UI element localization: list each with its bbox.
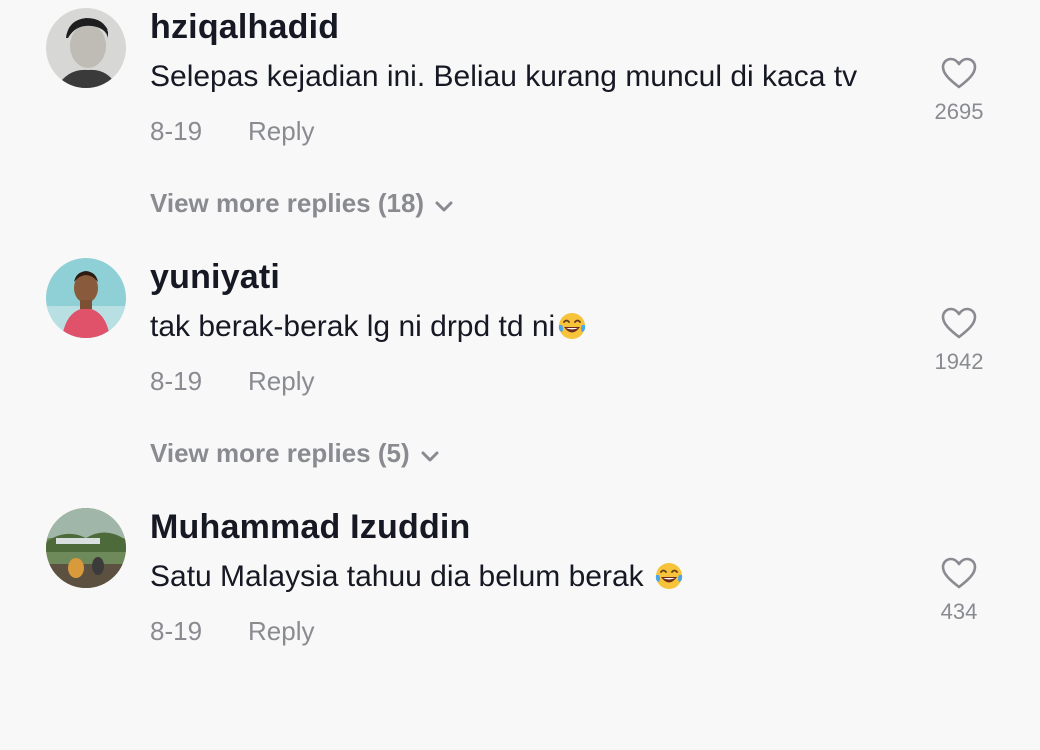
- avatar[interactable]: [46, 258, 126, 338]
- view-more-replies-button[interactable]: View more replies (18): [150, 188, 454, 221]
- avatar-image: [46, 258, 126, 338]
- avatar-image: [46, 508, 126, 588]
- like-count: 434: [940, 599, 978, 624]
- heart-outline-icon[interactable]: [924, 556, 994, 595]
- chevron-down-icon: [434, 190, 454, 221]
- comment-username[interactable]: hziqalhadid: [150, 8, 339, 47]
- comment-item: yuniyati tak berak-berak lg ni drpd td n…: [0, 250, 1040, 500]
- comment-text: Selepas kejadian ini. Beliau kurang munc…: [150, 60, 857, 94]
- face-with-tears-of-joy-icon: [654, 561, 684, 599]
- comment-text-content: tak berak-berak lg ni drpd td ni: [150, 310, 556, 343]
- avatar[interactable]: [46, 8, 126, 88]
- reply-button[interactable]: Reply: [248, 116, 314, 147]
- avatar-image: [46, 8, 126, 88]
- heart-outline-icon[interactable]: [924, 56, 994, 95]
- comment-item: Muhammad Izuddin Satu Malaysia tahuu dia…: [0, 500, 1040, 750]
- comment-date: 8-19: [150, 616, 203, 646]
- comment-date: 8-19: [150, 116, 203, 146]
- comment-item: hziqalhadid Selepas kejadian ini. Beliau…: [0, 0, 1040, 250]
- comment-meta: 8-19 Reply: [150, 366, 314, 397]
- chevron-down-icon: [420, 440, 440, 471]
- comment-meta: 8-19 Reply: [150, 616, 314, 647]
- comment-text-content: Satu Malaysia tahuu dia belum berak: [150, 560, 652, 593]
- face-with-tears-of-joy-icon: [557, 311, 587, 349]
- comment-date: 8-19: [150, 366, 203, 396]
- comment-text: tak berak-berak lg ni drpd td ni: [150, 310, 587, 349]
- like-count: 1942: [934, 349, 984, 374]
- heart-outline-icon[interactable]: [924, 306, 994, 345]
- comment-meta: 8-19 Reply: [150, 116, 314, 147]
- view-more-replies-button[interactable]: View more replies (5): [150, 438, 440, 471]
- like-control: 434: [924, 556, 994, 625]
- comment-username[interactable]: yuniyati: [150, 258, 280, 297]
- view-more-replies-label: View more replies (18): [150, 188, 425, 218]
- avatar[interactable]: [46, 508, 126, 588]
- comment-username[interactable]: Muhammad Izuddin: [150, 508, 471, 547]
- like-control: 2695: [924, 56, 994, 125]
- reply-button[interactable]: Reply: [248, 616, 314, 647]
- like-control: 1942: [924, 306, 994, 375]
- comment-text: Satu Malaysia tahuu dia belum berak: [150, 560, 684, 599]
- reply-button[interactable]: Reply: [248, 366, 314, 397]
- comment-text-content: Selepas kejadian ini. Beliau kurang munc…: [150, 60, 858, 93]
- view-more-replies-label: View more replies (5): [150, 438, 410, 468]
- like-count: 2695: [934, 99, 984, 124]
